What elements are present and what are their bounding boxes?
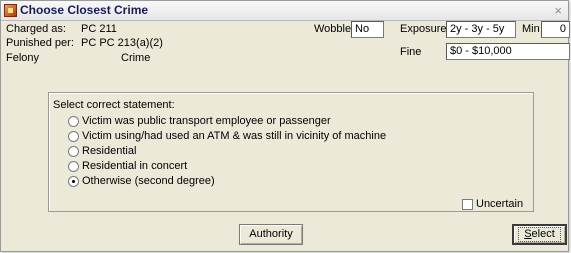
exposure-label: Exposure xyxy=(400,23,447,35)
option-label: Victim using/had used an ATM & was still… xyxy=(82,130,387,142)
charged-as-label: Charged as: xyxy=(6,23,66,35)
statement-group: Select correct statement: Victim was pub… xyxy=(48,92,534,212)
wobble-label: Wobble xyxy=(314,23,352,35)
title-bar[interactable]: Choose Closest Crime × xyxy=(1,1,568,21)
charged-as-value: PC 211 xyxy=(81,23,117,35)
option-label: Victim was public transport employee or … xyxy=(82,115,331,127)
radio-button[interactable] xyxy=(68,116,79,127)
crime-label: Crime xyxy=(121,52,151,64)
close-icon[interactable]: × xyxy=(554,3,562,18)
punished-per-value: PC PC 213(a)(2) xyxy=(81,37,163,49)
window-title: Choose Closest Crime xyxy=(20,3,149,17)
min-field[interactable]: 0 xyxy=(541,21,570,38)
exposure-field[interactable]: 2y - 3y - 5y xyxy=(446,21,516,38)
radio-button[interactable] xyxy=(68,131,79,142)
authority-button[interactable]: Authority xyxy=(239,224,303,245)
authority-button-label: Authority xyxy=(249,228,293,240)
felony-label: Felony xyxy=(6,52,40,64)
option-label: Otherwise (second degree) xyxy=(82,175,215,187)
option-label: Residential in concert xyxy=(82,160,188,172)
app-icon xyxy=(4,4,17,17)
punished-per-label: Punished per: xyxy=(6,37,74,49)
min-label: Min xyxy=(522,23,540,35)
radio-button-selected[interactable] xyxy=(68,176,79,187)
radio-button[interactable] xyxy=(68,161,79,172)
select-button-label: Select xyxy=(518,227,561,242)
radio-button[interactable] xyxy=(68,146,79,157)
choose-crime-dialog: Choose Closest Crime × Charged as: PC 21… xyxy=(0,0,570,252)
wobble-field[interactable]: No xyxy=(351,21,384,38)
option-label: Residential xyxy=(82,145,137,157)
fine-label: Fine xyxy=(400,46,422,58)
fine-field[interactable]: $0 - $10,000 xyxy=(446,43,570,60)
statement-prompt: Select correct statement: xyxy=(53,99,175,111)
select-button[interactable]: Select xyxy=(512,224,567,245)
uncertain-label: Uncertain xyxy=(476,198,524,210)
uncertain-checkbox[interactable] xyxy=(462,199,473,210)
